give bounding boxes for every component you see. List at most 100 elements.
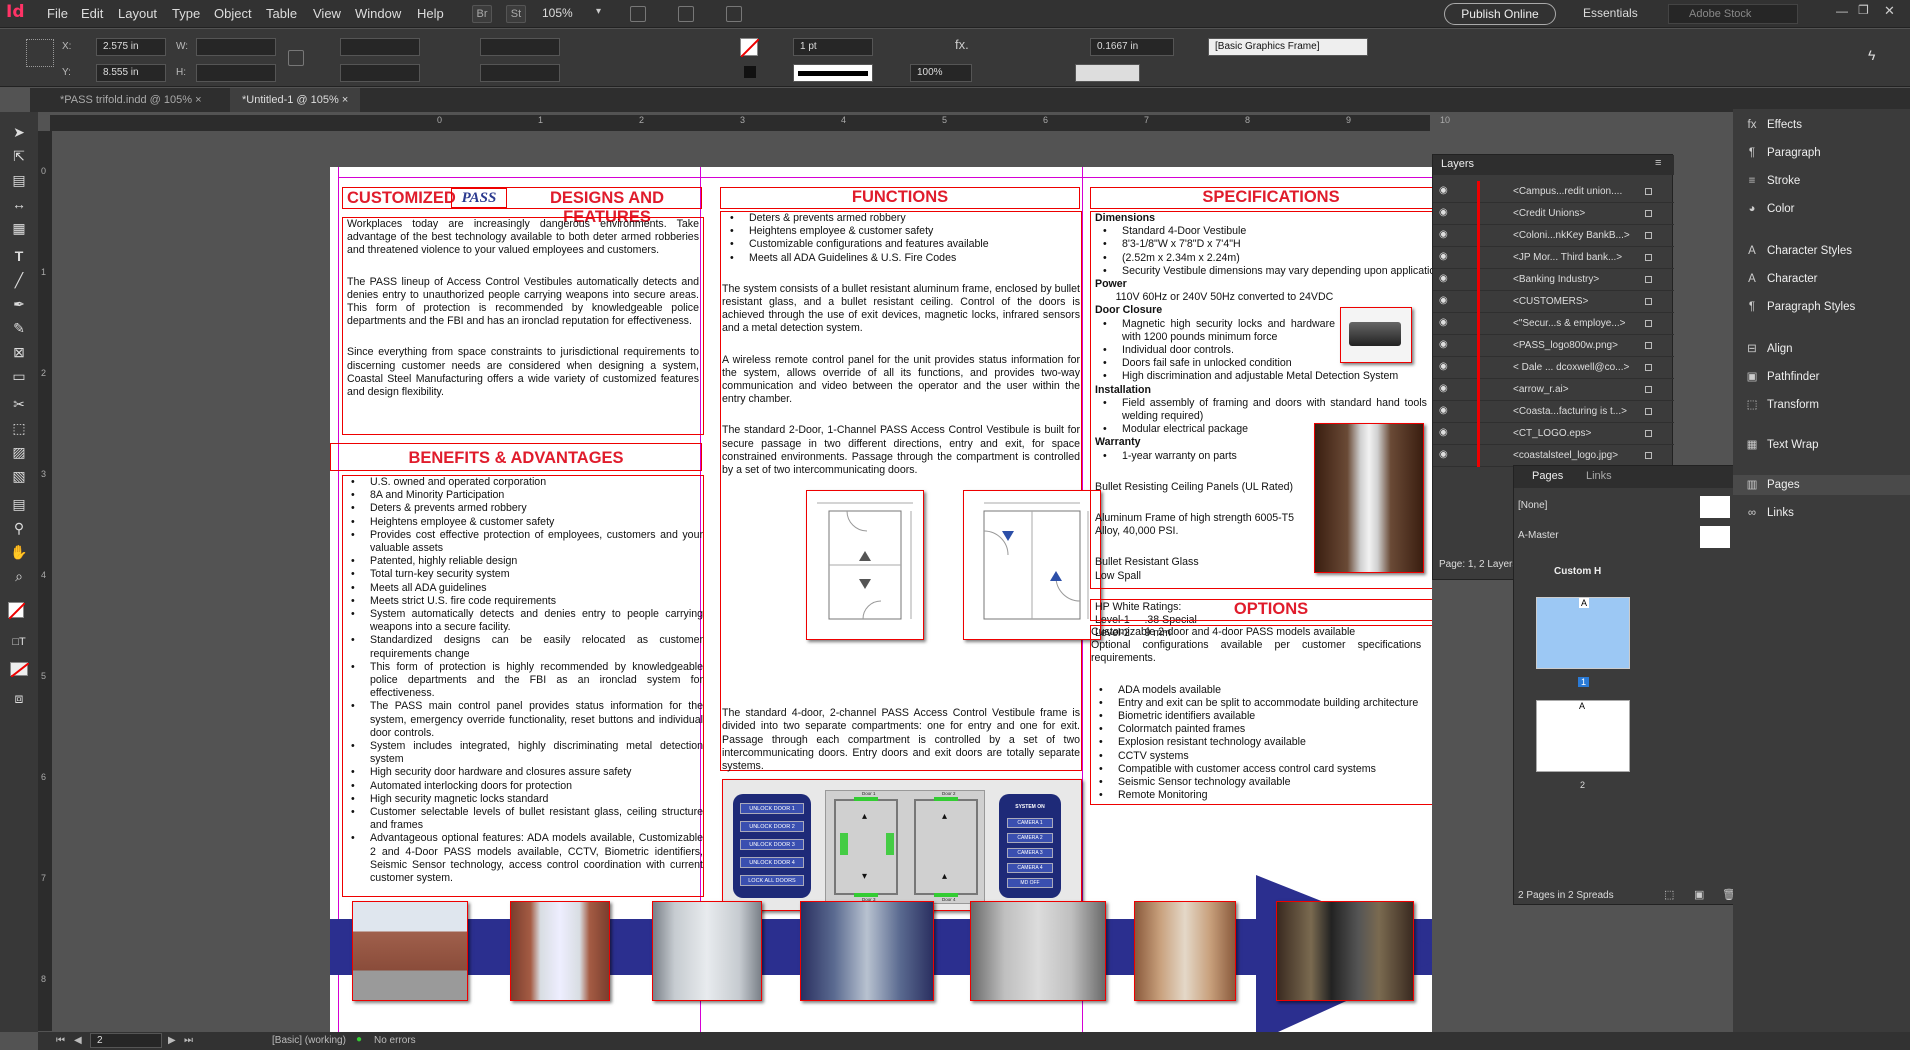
benefits-text-frame[interactable]: U.S. owned and operated corporation 8A a… — [342, 475, 704, 897]
layer-row[interactable]: ◉ < Dale ... dcoxwell@co...> — [1433, 357, 1674, 379]
none-master-thumb[interactable] — [1700, 496, 1730, 518]
layer-row[interactable]: ◉ <Banking Industry> — [1433, 269, 1674, 291]
none-master[interactable]: [None] — [1518, 500, 1547, 511]
rectangle-tool-icon[interactable]: ▭ — [9, 366, 29, 386]
fill-swatch-icon[interactable] — [8, 602, 26, 620]
scale-y-field[interactable] — [340, 64, 420, 82]
eye-icon[interactable]: ◉ — [1439, 317, 1448, 328]
menu-help[interactable]: Help — [417, 6, 444, 21]
transform-panel-tab[interactable]: ⬚ Transform — [1745, 395, 1819, 415]
fx-icon[interactable]: fx. — [955, 37, 969, 52]
pen-tool-icon[interactable]: ✒ — [9, 294, 29, 314]
specs-heading-frame[interactable]: SPECIFICATIONS — [1090, 187, 1432, 209]
align-panel-tab[interactable]: ⊟ Align — [1745, 339, 1792, 359]
layer-row[interactable]: ◉ <"Secur...s & employe...> — [1433, 313, 1674, 335]
character-styles-panel-tab[interactable]: A Character Styles — [1745, 241, 1852, 261]
hinge-image[interactable] — [1314, 423, 1424, 573]
page-tool-icon[interactable]: ▤ — [9, 170, 29, 190]
first-page-icon[interactable]: ⏮ — [56, 1035, 65, 1046]
character-panel-tab[interactable]: A Character — [1745, 269, 1817, 289]
options-text-frame[interactable]: Customizable 2-door and 4-door PASS mode… — [1090, 625, 1432, 805]
options-heading-frame[interactable]: OPTIONS — [1090, 599, 1432, 621]
layer-row[interactable]: ◉ <Credit Unions> — [1433, 203, 1674, 225]
control-panel-image[interactable]: UNLOCK DOOR 1 UNLOCK DOOR 2 UNLOCK DOOR … — [722, 779, 1082, 911]
screen-mode-icon[interactable] — [678, 6, 694, 22]
select-square-icon[interactable] — [1645, 276, 1652, 283]
tab-untitled[interactable]: *Untitled-1 @ 105% × — [230, 88, 361, 112]
restore-icon[interactable]: ❐ — [1858, 3, 1869, 17]
select-square-icon[interactable] — [1645, 320, 1652, 327]
layer-row[interactable]: ◉ <Coasta...facturing is t...> — [1433, 401, 1674, 423]
arrange-documents-icon[interactable] — [726, 6, 742, 22]
search-input[interactable]: Adobe Stock — [1668, 4, 1798, 24]
page-number-field[interactable]: 2 — [90, 1033, 162, 1048]
scale-x-field[interactable] — [340, 38, 420, 56]
gap-tool-icon[interactable]: ↔ — [9, 194, 29, 214]
select-square-icon[interactable] — [1645, 232, 1652, 239]
layers-title[interactable]: Layers — [1441, 158, 1474, 170]
menu-file[interactable]: File — [47, 6, 68, 21]
stroke-weight-field[interactable]: 1 pt — [793, 38, 873, 56]
formatting-affects-container-icon[interactable]: □T — [9, 632, 29, 652]
zoom-tool-icon[interactable]: ⌕ — [9, 566, 29, 586]
h-field[interactable] — [196, 64, 276, 82]
menu-object[interactable]: Object — [214, 6, 252, 21]
close-icon[interactable]: ✕ — [1884, 3, 1895, 19]
content-collector-icon[interactable]: ▦ — [9, 218, 29, 238]
paragraph-styles-panel-tab[interactable]: ¶ Paragraph Styles — [1745, 297, 1855, 317]
last-page-icon[interactable]: ⏭ — [184, 1035, 193, 1046]
select-square-icon[interactable] — [1645, 408, 1652, 415]
gradient-feather-tool-icon[interactable]: ▧ — [9, 466, 29, 486]
prev-page-icon[interactable]: ◀ — [74, 1035, 82, 1046]
layer-row[interactable]: ◉ <coastalsteel_logo.jpg> — [1433, 445, 1674, 467]
gradient-swatch-tool-icon[interactable]: ▨ — [9, 442, 29, 462]
magnetic-lock-image[interactable] — [1340, 307, 1412, 363]
free-transform-tool-icon[interactable]: ⬚ — [9, 418, 29, 438]
page-1-thumb[interactable]: A — [1536, 597, 1630, 669]
zoom-level[interactable]: 105% — [542, 6, 573, 20]
eye-icon[interactable]: ◉ — [1439, 427, 1448, 438]
x-field[interactable]: 2.575 in — [96, 38, 166, 56]
note-tool-icon[interactable]: ▤ — [9, 494, 29, 514]
select-square-icon[interactable] — [1645, 342, 1652, 349]
stroke-type-dropdown[interactable] — [793, 64, 873, 82]
style-status[interactable]: [Basic] (working) — [272, 1035, 346, 1046]
eye-icon[interactable]: ◉ — [1439, 185, 1448, 196]
links-panel-tab[interactable]: ∞ Links — [1745, 503, 1794, 523]
page-2-thumb[interactable]: A — [1536, 700, 1630, 772]
a-master[interactable]: A-Master — [1518, 530, 1559, 541]
constrain-proportions-icon[interactable] — [288, 50, 304, 66]
arched-entrance-photo[interactable] — [510, 901, 610, 1001]
vestibule-photo[interactable] — [652, 901, 762, 1001]
paragraph-panel-tab[interactable]: ¶ Paragraph — [1745, 143, 1821, 163]
text-wrap-panel-tab[interactable]: ▦ Text Wrap — [1745, 435, 1819, 455]
direct-selection-tool-icon[interactable]: ⇱ — [9, 146, 29, 166]
select-square-icon[interactable] — [1645, 188, 1652, 195]
layer-row[interactable]: ◉ <arrow_r.ai> — [1433, 379, 1674, 401]
double-vestibule-photo[interactable] — [970, 901, 1106, 1001]
effects-panel-tab[interactable]: fx Effects — [1745, 115, 1802, 135]
preflight-status[interactable]: No errors — [374, 1035, 416, 1046]
object-style-dropdown[interactable]: [Basic Graphics Frame] — [1208, 38, 1368, 56]
color-panel-tab[interactable]: ◕ Color — [1745, 199, 1795, 219]
line-tool-icon[interactable]: ╱ — [9, 270, 29, 290]
screen-mode-icon[interactable]: ⧈ — [9, 688, 29, 708]
y-field[interactable]: 8.555 in — [96, 64, 166, 82]
w-field[interactable] — [196, 38, 276, 56]
a-master-thumb[interactable] — [1700, 526, 1730, 548]
building-exterior-photo[interactable] — [352, 901, 468, 1001]
select-square-icon[interactable] — [1645, 298, 1652, 305]
functions-heading-frame[interactable]: FUNCTIONS — [720, 187, 1080, 209]
menu-edit[interactable]: Edit — [81, 6, 103, 21]
benefits-heading-frame[interactable]: BENEFITS & ADVANTAGES — [330, 443, 702, 471]
intro-text-frame[interactable]: Workplaces today are increasingly danger… — [342, 217, 704, 435]
eye-icon[interactable]: ◉ — [1439, 273, 1448, 284]
select-square-icon[interactable] — [1645, 254, 1652, 261]
selection-tool-icon[interactable]: ➤ — [9, 122, 29, 142]
menu-icon[interactable]: ≡ — [1655, 157, 1661, 169]
publish-online-button[interactable]: Publish Online — [1444, 3, 1556, 25]
eye-icon[interactable]: ◉ — [1439, 207, 1448, 218]
menu-type[interactable]: Type — [172, 6, 200, 21]
eye-icon[interactable]: ◉ — [1439, 383, 1448, 394]
bridge-button[interactable]: Br — [472, 5, 492, 23]
